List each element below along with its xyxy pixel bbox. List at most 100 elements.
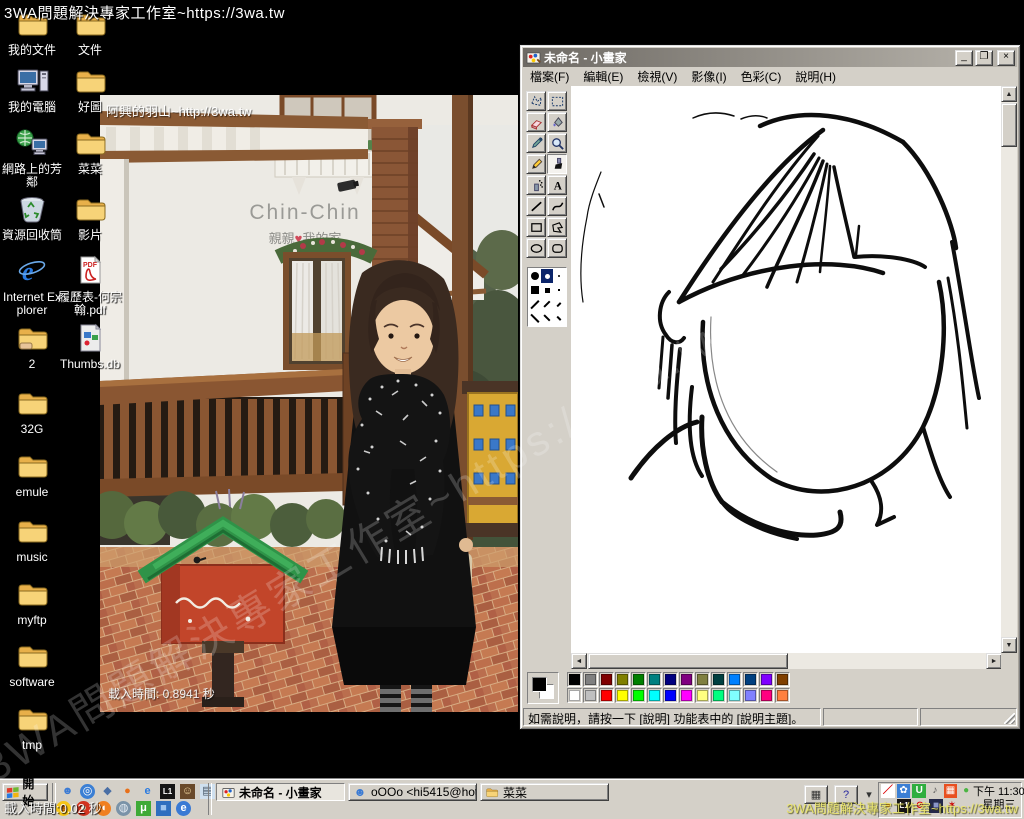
taskbar-button-oOOo <hi5415@hotmail.c...[interactable]: ☻oOOo <hi5415@hotmail.c... (348, 783, 477, 801)
menu-檔案(F)[interactable]: 檔案(F) (523, 66, 576, 87)
palette-color-#00FFFF[interactable] (647, 688, 662, 703)
menu-編輯(E)[interactable]: 編輯(E) (576, 66, 630, 87)
palette-color-#008080[interactable] (647, 672, 662, 687)
desktop-icon-emule[interactable]: emule (0, 450, 64, 499)
u-green-icon[interactable]: U (912, 784, 926, 798)
palette-color-#804000[interactable] (775, 672, 790, 687)
start-button[interactable]: 開始 (2, 783, 48, 801)
smiley-icon[interactable]: ☻ (56, 801, 71, 816)
palette-color-#00FF00[interactable] (631, 688, 646, 703)
avatar-icon[interactable]: ☺ (180, 784, 195, 799)
tray-collapse-icon[interactable]: ▾ (864, 786, 874, 803)
palette-color-#00FF80[interactable] (711, 688, 726, 703)
tool-fill-button[interactable] (547, 112, 567, 132)
scroll-right-button[interactable]: ► (986, 653, 1002, 669)
pen-red-icon[interactable]: ／ (881, 784, 895, 798)
tool-polygon-button[interactable] (547, 217, 567, 237)
tool-brush-button[interactable] (547, 154, 567, 174)
tool-line-button[interactable] (526, 196, 546, 216)
palette-color-#0000FF[interactable] (663, 688, 678, 703)
desktop-icon-影片[interactable]: 影片 (58, 193, 122, 242)
palette-color-#000080[interactable] (663, 672, 678, 687)
palette-color-#FF0000[interactable] (599, 688, 614, 703)
vertical-scrollbar[interactable]: ▲ ▼ (1001, 86, 1017, 653)
scheduler-icon[interactable]: ▦ (944, 784, 958, 798)
scroll-down-button[interactable]: ▼ (1001, 637, 1017, 653)
desktop-icon-2[interactable]: 2 (0, 322, 64, 371)
shield-icon[interactable]: ◆ (100, 784, 115, 799)
brush-shape-slash-medium[interactable] (541, 297, 553, 311)
brush-shape-slash-large[interactable] (529, 297, 541, 311)
desktop-icon-music[interactable]: music (0, 515, 64, 564)
red-star-icon[interactable]: ✶ (945, 799, 959, 813)
palette-color-#808000[interactable] (615, 672, 630, 687)
l1-tray-icon[interactable]: L1 (897, 799, 911, 813)
palette-color-#FF8040[interactable] (775, 688, 790, 703)
l1-icon[interactable]: L1 (160, 784, 175, 799)
vertical-scroll-thumb[interactable] (1001, 103, 1017, 147)
brush-shape-dot-large[interactable] (529, 269, 541, 283)
clock-orange-icon[interactable]: ● (881, 799, 895, 813)
tool-rectangle-button[interactable] (526, 217, 546, 237)
desktop-icon-software[interactable]: software (0, 640, 64, 689)
paint-canvas[interactable] (571, 86, 1002, 654)
desktop-icon-網路上的芳鄰[interactable]: 網路上的芳鄰 (0, 127, 64, 189)
tool-eraser-button[interactable] (526, 112, 546, 132)
close-button[interactable]: × (997, 50, 1015, 66)
palette-color-#FF0080[interactable] (759, 688, 774, 703)
palette-color-#004080[interactable] (743, 672, 758, 687)
menu-說明(H)[interactable]: 說明(H) (788, 66, 843, 87)
desktop-icon-菜菜[interactable]: 菜菜 (58, 127, 122, 176)
desktop-icon-好圖[interactable]: 好圖 (58, 65, 122, 114)
taskbar-clock[interactable]: 下午 11:30 星期三 (973, 783, 1024, 817)
user-online-icon[interactable]: ● (959, 784, 973, 798)
tool-ellipse-button[interactable] (526, 238, 546, 258)
brush-shape-square-large[interactable] (529, 283, 541, 297)
scroll-left-button[interactable]: ◄ (571, 653, 587, 669)
scroll-up-button[interactable]: ▲ (1001, 86, 1017, 102)
volume-icon[interactable]: ♪ (928, 784, 942, 798)
messenger-icon[interactable]: ☻ (60, 784, 75, 799)
help-tip-icon[interactable]: ? (834, 785, 858, 804)
desktop-icon-tmp[interactable]: tmp (0, 703, 64, 752)
tool-airbrush-button[interactable] (526, 175, 546, 195)
tool-text-button[interactable]: A (547, 175, 567, 195)
palette-color-#0080FF[interactable] (727, 672, 742, 687)
desktop-icon-Internet Explorer[interactable]: eInternet Explorer (0, 255, 64, 317)
palette-color-#FFFF80[interactable] (695, 688, 710, 703)
palette-color-#FFFF00[interactable] (615, 688, 630, 703)
palette-color-#800000[interactable] (599, 672, 614, 687)
maximize-button[interactable]: ❐ (975, 50, 993, 66)
sphere-icon[interactable]: ◎ (80, 784, 95, 799)
ie-icon[interactable]: e (140, 784, 155, 799)
brush-shape-slash-small[interactable] (553, 297, 565, 311)
menu-影像(I)[interactable]: 影像(I) (684, 66, 733, 87)
palette-color-#FF00FF[interactable] (679, 688, 694, 703)
palette-color-#8080FF[interactable] (743, 688, 758, 703)
desktop-icon-我的電腦[interactable]: 我的電腦 (0, 65, 64, 114)
paint-titlebar[interactable]: 未命名 - 小畫家 _ ❐ × (523, 48, 1017, 67)
brush-shape-backslash-large[interactable] (529, 311, 541, 325)
msn-flower-icon[interactable]: ✿ (897, 784, 911, 798)
palette-color-#80FFFF[interactable] (727, 688, 742, 703)
palette-color-#004040[interactable] (711, 672, 726, 687)
horizontal-scroll-thumb[interactable] (588, 653, 788, 669)
tool-rounded-rectangle-button[interactable] (547, 238, 567, 258)
chat-icon[interactable]: ◖ (96, 801, 111, 816)
menu-色彩(C)[interactable]: 色彩(C) (734, 66, 789, 87)
taskbar-button-未命名 - 小畫家[interactable]: 未命名 - 小畫家 (216, 783, 345, 801)
palette-color-#FFFFFF[interactable] (567, 688, 582, 703)
brush-shape-square-medium[interactable] (541, 283, 553, 297)
tool-pick-color-button[interactable] (526, 133, 546, 153)
desktop-icon-32G[interactable]: 32G (0, 387, 64, 436)
desktop-icon-Thumbs.db[interactable]: Thumbs.db (58, 322, 122, 371)
tool-magnifier-button[interactable] (547, 133, 567, 153)
tool-free-form-select-button[interactable] (526, 91, 546, 111)
taskbar-button-菜菜[interactable]: 菜菜 (480, 783, 609, 801)
desktop-icon-myftp[interactable]: myftp (0, 578, 64, 627)
palette-color-#C0C0C0[interactable] (583, 688, 598, 703)
menu-檢視(V)[interactable]: 檢視(V) (630, 66, 684, 87)
compass-icon[interactable]: e (176, 801, 191, 816)
brush-shape-dot-small[interactable] (553, 269, 565, 283)
palette-color-#000000[interactable] (567, 672, 582, 687)
